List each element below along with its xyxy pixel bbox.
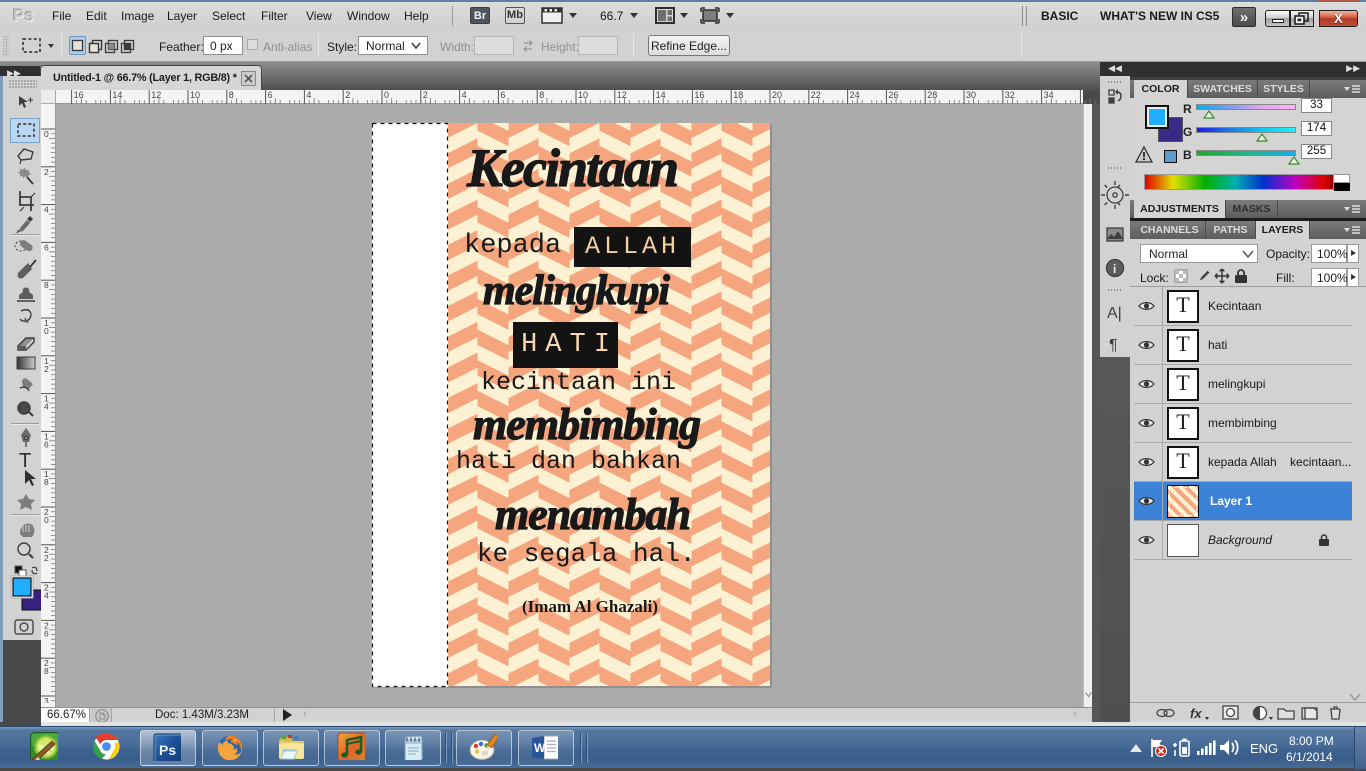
svg-text:0: 0: [44, 515, 49, 525]
svg-text:34: 34: [1044, 90, 1054, 100]
svg-text:22: 22: [811, 90, 821, 100]
svg-text:0: 0: [44, 326, 49, 336]
svg-text:6: 6: [44, 242, 49, 252]
svg-text:Ps: Ps: [159, 742, 176, 758]
svg-text:i: i: [1113, 262, 1116, 276]
svg-text:26: 26: [888, 90, 898, 100]
svg-text:6: 6: [268, 90, 273, 100]
svg-text:6: 6: [44, 439, 49, 449]
svg-text:0: 0: [384, 90, 389, 100]
svg-text:10: 10: [578, 90, 588, 100]
svg-text:6: 6: [500, 90, 505, 100]
svg-text:fx: fx: [1190, 706, 1202, 721]
svg-text:4: 4: [44, 591, 49, 601]
svg-text:3: 3: [44, 696, 49, 703]
svg-text:20: 20: [772, 90, 782, 100]
svg-text:28: 28: [927, 90, 937, 100]
svg-text:8: 8: [44, 477, 49, 487]
svg-text:8: 8: [229, 90, 234, 100]
svg-text:8: 8: [44, 280, 49, 290]
svg-text:16: 16: [694, 90, 704, 100]
svg-text:14: 14: [112, 90, 122, 100]
svg-text:2: 2: [44, 167, 49, 177]
svg-text:12: 12: [151, 90, 161, 100]
svg-text:30: 30: [966, 90, 976, 100]
svg-text:24: 24: [850, 90, 860, 100]
svg-text:4: 4: [44, 205, 49, 215]
svg-text:T: T: [19, 450, 31, 472]
svg-text:32: 32: [1005, 90, 1015, 100]
svg-text:36: 36: [1082, 90, 1092, 100]
svg-text:2: 2: [44, 364, 49, 374]
svg-text:2: 2: [44, 553, 49, 563]
svg-text:8: 8: [539, 90, 544, 100]
svg-text:4: 4: [306, 90, 311, 100]
svg-text:A|: A|: [1107, 305, 1122, 322]
svg-text:12: 12: [617, 90, 627, 100]
svg-text:¶: ¶: [1109, 337, 1118, 354]
svg-text:W: W: [534, 741, 546, 755]
svg-text:4: 4: [462, 90, 467, 100]
svg-text:14: 14: [656, 90, 666, 100]
svg-text:4: 4: [44, 402, 49, 412]
svg-text:10: 10: [190, 90, 200, 100]
svg-text:18: 18: [733, 90, 743, 100]
svg-text:0: 0: [44, 129, 49, 139]
svg-text:2: 2: [423, 90, 428, 100]
svg-text:16: 16: [74, 90, 84, 100]
svg-text:2: 2: [345, 90, 350, 100]
svg-text:8: 8: [44, 666, 49, 676]
svg-text:6: 6: [44, 628, 49, 638]
